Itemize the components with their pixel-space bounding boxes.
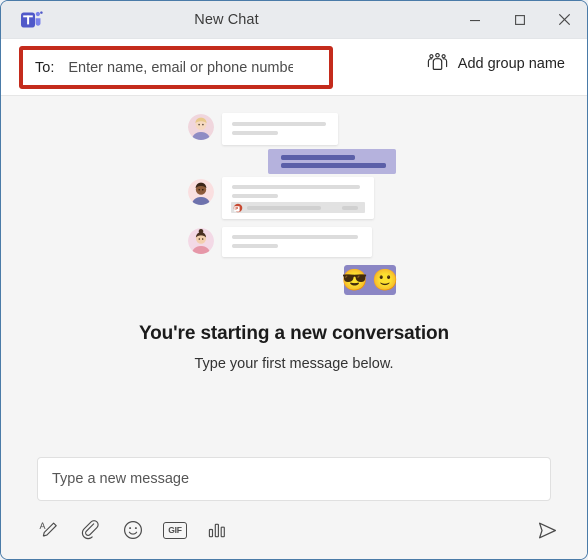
to-field-highlight: To: [19, 46, 333, 89]
avatar [188, 179, 214, 205]
message-bubble-with-attachment: P [222, 177, 374, 219]
svg-text:A: A [39, 521, 45, 531]
sticker-poll-icon[interactable] [205, 518, 229, 542]
message-bubble [222, 113, 338, 145]
emoji-icon[interactable] [121, 518, 145, 542]
maximize-button[interactable] [497, 1, 542, 38]
svg-text:P: P [235, 206, 238, 211]
message-composer[interactable] [37, 457, 551, 501]
message-input[interactable] [52, 471, 524, 487]
close-icon [558, 13, 571, 26]
maximize-icon [514, 14, 525, 25]
to-input[interactable] [68, 54, 294, 81]
composer-toolbar: A GIF [37, 513, 561, 547]
people-group-icon [427, 52, 448, 75]
chat-conversation-illustration: P 😎 🙂 [184, 107, 404, 307]
send-icon [538, 522, 556, 538]
avatar [188, 114, 214, 140]
message-bubble [222, 227, 372, 257]
window-title: New Chat [194, 11, 259, 28]
avatar [188, 228, 214, 254]
sunglasses-emoji-icon: 😎 [341, 268, 368, 292]
teams-logo-icon [21, 10, 43, 30]
format-text-icon[interactable]: A [37, 518, 61, 542]
new-chat-window: New Chat To: Enter name, email or phone … [0, 0, 588, 560]
close-button[interactable] [542, 1, 587, 38]
outgoing-message-bubble [268, 149, 396, 174]
main-content: P 😎 🙂 You're starting a new conversation… [1, 96, 587, 559]
page-title: You're starting a new conversation [138, 323, 450, 344]
to-label: To: [35, 59, 55, 76]
powerpoint-file-icon: P [233, 203, 243, 212]
attach-file-icon[interactable] [79, 518, 103, 542]
smiley-emoji-icon: 🙂 [372, 268, 399, 292]
recipient-bar: To: Add group name [1, 39, 587, 96]
title-bar: New Chat [1, 1, 587, 39]
file-attachment: P [231, 202, 365, 213]
add-group-name-label: Add group name [457, 56, 565, 72]
add-group-name-button[interactable]: Add group name [427, 52, 565, 75]
emoji-reaction-box: 😎 🙂 [341, 265, 399, 295]
minimize-icon [469, 19, 480, 21]
gif-icon[interactable]: GIF [163, 521, 187, 539]
minimize-button[interactable] [452, 1, 497, 38]
page-subtitle: Type your first message below. [194, 356, 394, 372]
send-button[interactable] [533, 516, 561, 544]
